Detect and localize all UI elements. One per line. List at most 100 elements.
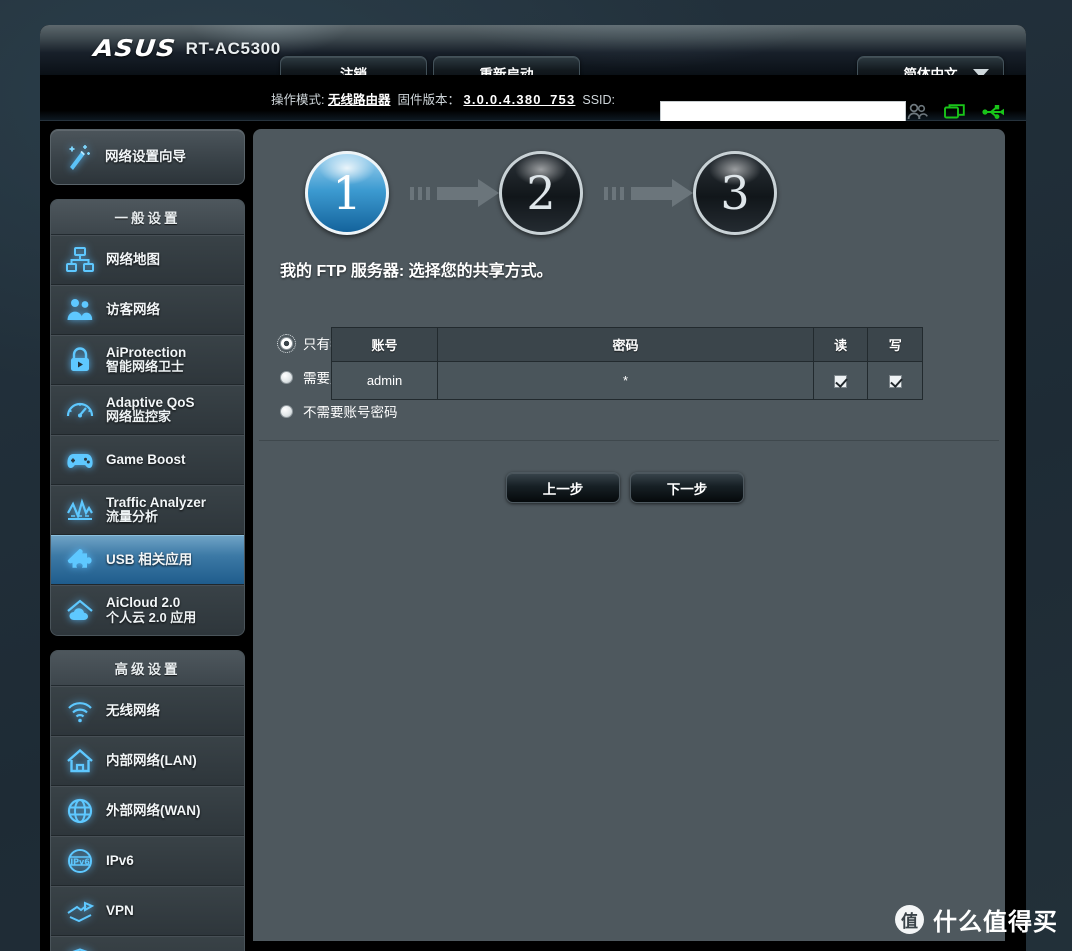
sidebar-item-game-boost[interactable]: Game Boost (51, 435, 244, 485)
section-divider (259, 440, 999, 441)
sidebar-item-guest-network[interactable]: 访客网络 (51, 285, 244, 335)
column-header-account: 账号 (330, 327, 439, 362)
sidebar-item-wan[interactable]: 外部网络(WAN) (51, 786, 244, 836)
guest-network-icon (65, 295, 95, 325)
sidebar-item-wireless[interactable]: 无线网络 (51, 686, 244, 736)
sidebar-item-traffic-analyzer[interactable]: Traffic Analyzer 流量分析 (51, 485, 244, 535)
next-button[interactable]: 下一步 (630, 472, 744, 503)
sidebar-item-wizard-label: 网络设置向导 (105, 149, 186, 165)
cloud-home-icon (65, 596, 95, 626)
radio-account-required-icon[interactable] (280, 370, 293, 384)
sidebar-item-usb-application-label: USB 相关应用 (106, 552, 193, 568)
sidebar-item-aicloud-label: AiCloud 2.0 (106, 595, 181, 611)
watermark-badge: 值 (895, 905, 924, 934)
step-2[interactable]: 2 (499, 151, 583, 235)
sidebar-item-lan[interactable]: 内部网络(LAN) (51, 736, 244, 786)
status-icon-group (906, 103, 1006, 121)
radio-option-no-account-label: 不需要账号密码 (303, 405, 398, 420)
firmware-version[interactable]: 3.0.0.4.380_753 (463, 92, 575, 107)
sidebar-item-traffic-analyzer-label: Traffic Analyzer (106, 494, 207, 510)
ipv6-icon: IPv6 (65, 846, 95, 876)
sidebar-item-guest-network-label: 访客网络 (106, 302, 160, 318)
globe-icon (65, 796, 95, 826)
wifi-icon (65, 696, 95, 726)
cell-account: admin (330, 361, 439, 400)
network-monitor-icon[interactable] (944, 103, 966, 121)
write-checkbox[interactable] (888, 375, 902, 389)
router-model: RT-AC5300 (185, 39, 281, 58)
cell-write (867, 361, 923, 400)
sidebar-item-vpn-label: VPN (106, 903, 134, 919)
watermark: 值 什么值得买 (895, 902, 1058, 937)
sidebar-group-advanced-title: 高级设置 (51, 651, 244, 686)
sidebar-item-aicloud-sublabel: 个人云 2.0 应用 (106, 609, 197, 625)
vpn-icon (65, 896, 95, 926)
sidebar-item-adaptive-qos[interactable]: Adaptive QoS 网络监控家 (51, 385, 244, 435)
radio-only-me-icon[interactable] (277, 333, 296, 353)
sidebar-item-usb-application[interactable]: USB 相关应用 (51, 535, 244, 585)
shield-icon (65, 946, 95, 951)
main-content: 1 2 3 我的 FTP 服务器: 选择您的共享方式。 只有我可以访问 (253, 129, 1005, 941)
sidebar-item-ipv6[interactable]: IPv6 IPv6 (51, 836, 244, 886)
account-table: 账号 密码 读 写 admin * (330, 327, 923, 400)
home-icon (65, 746, 95, 776)
gauge-icon (65, 395, 95, 425)
column-header-write: 写 (867, 327, 923, 362)
sidebar-item-network-map-label: 网络地图 (106, 252, 160, 268)
sidebar-group-advanced: 高级设置 无线网络 内部网络(LAN) 外部网络(WAN) IPv6 IPv6 … (50, 650, 245, 951)
sidebar-item-game-boost-label: Game Boost (106, 452, 186, 468)
sidebar-item-aiprotection[interactable]: AiProtection 智能网络卫士 (51, 335, 244, 385)
wizard-button-row: 上一步 下一步 (506, 472, 744, 503)
sidebar: 网络设置向导 一般设置 网络地图 访客网络 AiProtection 智能网络卫… (50, 129, 245, 951)
chart-icon (65, 495, 95, 525)
puzzle-icon (65, 545, 95, 575)
sidebar-item-wan-label: 外部网络(WAN) (106, 803, 201, 819)
read-checkbox[interactable] (834, 375, 848, 389)
column-header-password: 密码 (437, 327, 814, 362)
sidebar-item-wizard[interactable]: 网络设置向导 (50, 129, 245, 185)
operation-mode-label: 操作模式: (271, 93, 325, 107)
body-wrapper: 网络设置向导 一般设置 网络地图 访客网络 AiProtection 智能网络卫… (40, 121, 1026, 951)
ssid-label: SSID: (582, 93, 616, 107)
previous-button[interactable]: 上一步 (506, 472, 620, 503)
info-text: 操作模式: 无线路由器 固件版本： 3.0.0.4.380_753 SSID: (271, 89, 615, 108)
page-root: ASUS RT-AC5300 注销 重新启动 简体中文 操作模式: 无线路由器 … (0, 0, 1072, 951)
cell-read (812, 361, 869, 400)
watermark-text: 什么值得买 (933, 909, 1058, 936)
usb-icon[interactable] (982, 103, 1006, 121)
sidebar-item-ipv6-label: IPv6 (106, 853, 134, 869)
sidebar-item-lan-label: 内部网络(LAN) (106, 753, 197, 769)
step-indicator: 1 2 3 (305, 151, 777, 235)
step-arrow-1 (389, 178, 499, 207)
sidebar-item-adaptive-qos-sublabel: 网络监控家 (106, 409, 172, 425)
magic-wand-icon (63, 142, 93, 172)
sidebar-item-vpn[interactable]: VPN (51, 886, 244, 936)
router-admin-window: ASUS RT-AC5300 注销 重新启动 简体中文 操作模式: 无线路由器 … (40, 25, 1026, 951)
table-row[interactable]: admin * (330, 361, 923, 400)
svg-text:IPv6: IPv6 (70, 857, 90, 866)
radio-no-account-icon[interactable] (280, 404, 293, 418)
table-header-row: 账号 密码 读 写 (330, 327, 923, 362)
step-3[interactable]: 3 (693, 151, 777, 235)
firmware-label: 固件版本： (397, 93, 460, 107)
page-title: 我的 FTP 服务器: 选择您的共享方式。 (280, 263, 553, 280)
step-1[interactable]: 1 (305, 151, 389, 235)
sidebar-item-adaptive-qos-label: Adaptive QoS (106, 394, 195, 410)
sidebar-item-aiprotection-sublabel: 智能网络卫士 (106, 359, 185, 375)
sidebar-item-network-map[interactable]: 网络地图 (51, 235, 244, 285)
sidebar-item-traffic-analyzer-sublabel: 流量分析 (106, 509, 159, 525)
asus-logo: ASUS (92, 36, 178, 62)
sidebar-item-aicloud[interactable]: AiCloud 2.0 个人云 2.0 应用 (51, 585, 244, 635)
clients-icon[interactable] (906, 103, 928, 121)
operation-mode-value[interactable]: 无线路由器 (328, 93, 391, 107)
cell-password: * (437, 361, 814, 400)
sidebar-group-general-title: 一般设置 (51, 200, 244, 235)
column-header-read: 读 (812, 327, 869, 362)
brand: ASUS RT-AC5300 (92, 36, 281, 62)
network-map-icon (65, 245, 95, 275)
gamepad-icon (65, 445, 95, 475)
sidebar-item-wireless-label: 无线网络 (106, 703, 160, 719)
sidebar-item-firewall[interactable]: 防火墙 (51, 936, 244, 951)
sidebar-item-aiprotection-label: AiProtection (106, 344, 187, 360)
sidebar-group-general: 一般设置 网络地图 访客网络 AiProtection 智能网络卫士 Adapt… (50, 199, 245, 636)
